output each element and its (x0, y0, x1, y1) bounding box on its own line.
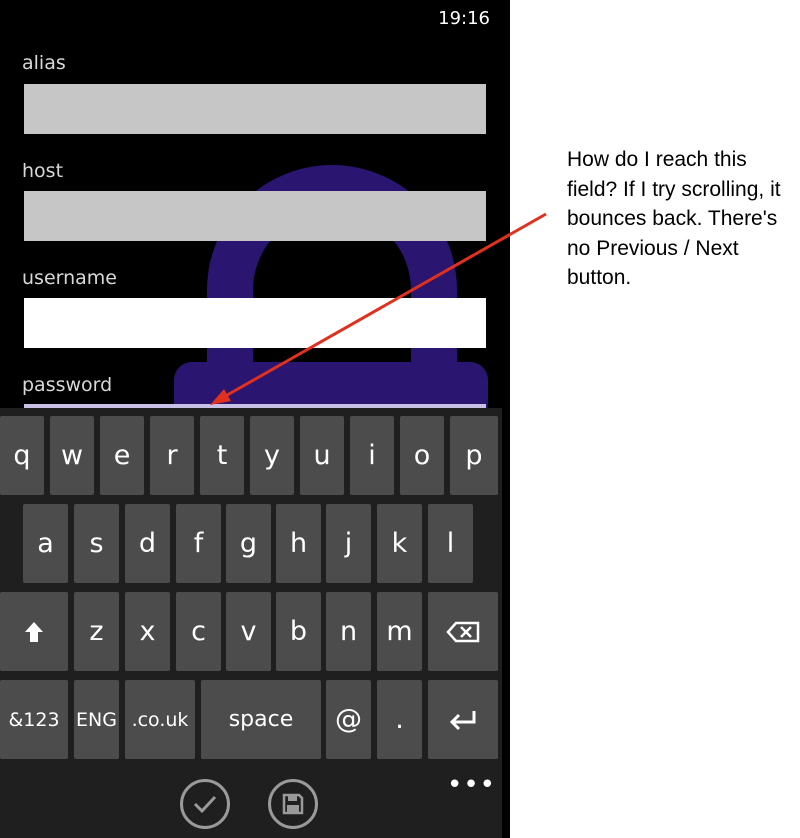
annotation-arrow (210, 212, 547, 405)
